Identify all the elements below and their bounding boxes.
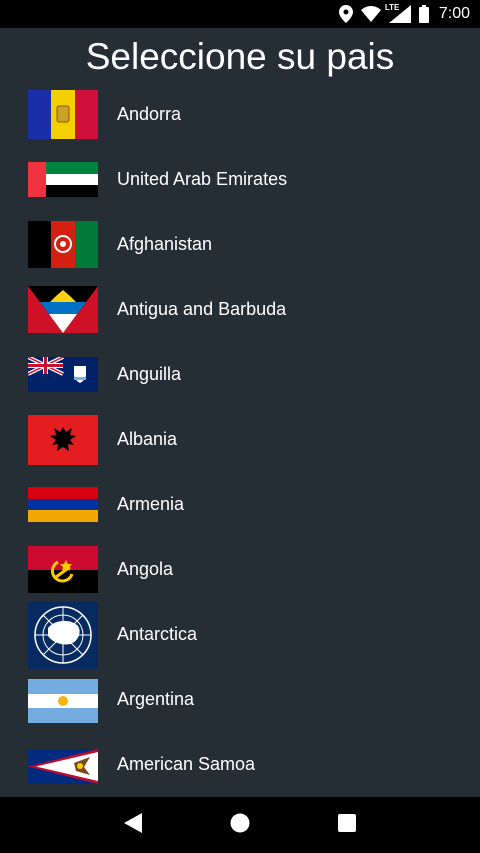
antigua-flag-icon [28,286,98,333]
country-row-afghanistan[interactable]: Afghanistan [0,212,480,277]
antarctica-flag-icon [28,602,98,669]
country-row-antarctica[interactable]: Antarctica [0,602,480,669]
country-row-american-samoa[interactable]: American Samoa [0,732,480,797]
uae-flag-icon [28,162,98,197]
navigation-bar [0,797,480,853]
country-name: Andorra [117,104,182,124]
country-row-anguilla[interactable]: Anguilla [0,342,480,407]
country-row-andorra[interactable]: Andorra [0,82,480,147]
clock: 7:00 [438,5,470,22]
recents-button[interactable] [323,801,371,849]
argentina-flag-icon [28,679,98,723]
back-icon [124,812,143,838]
afghanistan-flag-icon [28,221,98,268]
angola-flag-icon [28,546,98,593]
andorra-flag-icon [28,90,98,139]
country-row-antigua[interactable]: Antigua and Barbuda [0,277,480,342]
country-row-armenia[interactable]: Armenia [0,472,480,537]
network-label: LTE [384,3,400,12]
battery-icon [418,5,429,23]
country-name: Angola [117,559,174,579]
american-samoa-flag-icon [28,749,98,784]
back-button[interactable] [109,801,157,849]
status-bar: LTE 7:00 [0,0,480,28]
albania-flag-icon [28,415,98,465]
recents-icon [337,813,356,837]
location-icon [338,5,353,23]
armenia-flag-icon [28,487,98,522]
wifi-icon [360,6,381,22]
anguilla-flag-icon [28,357,98,392]
home-icon [230,813,250,838]
country-row-argentina[interactable]: Argentina [0,667,480,732]
home-button[interactable] [216,801,264,849]
country-name: Antarctica [117,624,198,644]
country-name: Albania [117,429,178,449]
country-name: Antigua and Barbuda [117,299,287,319]
page-title: Seleccione su pais [85,36,395,77]
country-name: Afghanistan [117,234,213,254]
country-name: Anguilla [117,364,182,384]
country-name: United Arab Emirates [117,169,288,189]
country-name: Argentina [117,689,195,709]
lte-signal-icon: LTE [385,3,411,23]
country-name: American Samoa [117,754,256,774]
country-name: Armenia [117,494,185,514]
country-row-uae[interactable]: United Arab Emirates [0,147,480,212]
country-row-angola[interactable]: Angola [0,537,480,602]
country-row-albania[interactable]: Albania [0,407,480,472]
